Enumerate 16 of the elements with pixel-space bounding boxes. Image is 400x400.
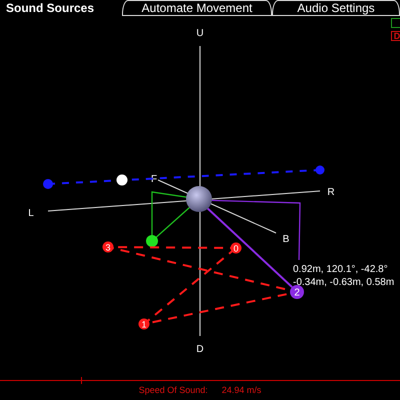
position-readout: -0.34m, -0.63m, 0.58m bbox=[293, 277, 394, 288]
position-readout: 0.92m, 120.1°, -42.8° bbox=[293, 264, 388, 275]
waypoint-marker[interactable]: 1 bbox=[138, 318, 150, 330]
axis-label: D bbox=[196, 344, 204, 355]
waypoint-marker[interactable]: 3 bbox=[102, 242, 114, 252]
d-button[interactable]: D bbox=[391, 31, 400, 41]
waypoint-marker[interactable]: 2 bbox=[290, 285, 304, 299]
waypoint-marker[interactable]: 0 bbox=[230, 242, 242, 254]
axis-label: U bbox=[196, 28, 204, 39]
tab[interactable]: Automate Movement bbox=[122, 0, 272, 16]
axis-label: B bbox=[282, 234, 290, 245]
speed-label: Speed Of Sound: bbox=[138, 384, 208, 397]
speed-value: 24.94 m/s bbox=[222, 384, 262, 397]
axis-label: L bbox=[28, 208, 34, 219]
axis-label: R bbox=[327, 187, 335, 198]
tab[interactable]: Audio Settings bbox=[272, 0, 400, 16]
